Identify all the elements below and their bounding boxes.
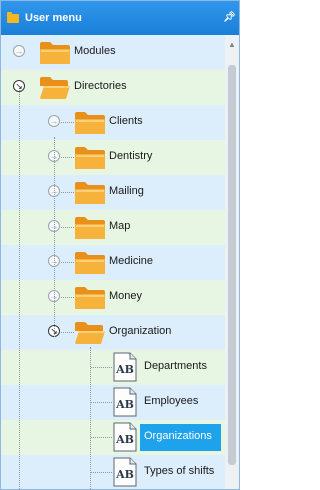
tree-item-map[interactable]: → Map — [1, 210, 225, 245]
folder-open-icon — [39, 76, 71, 100]
tree-connector — [91, 437, 112, 438]
tree-item-label: Mailing — [109, 185, 144, 197]
scrollbar-thumb[interactable] — [228, 65, 236, 465]
tree-connector — [91, 472, 112, 473]
tree-item-money[interactable]: → Money — [1, 280, 225, 315]
tree-item-medicine[interactable]: → Medicine — [1, 245, 225, 280]
tree-item-mailing[interactable]: → Mailing — [1, 175, 225, 210]
folder-icon — [74, 181, 106, 205]
tree-item-organizations[interactable]: AB Organizations — [1, 420, 225, 455]
tree-item-label: Map — [109, 220, 131, 232]
scroll-up-icon[interactable]: ▲ — [227, 41, 237, 49]
tree-connector — [61, 157, 74, 158]
svg-text:AB: AB — [115, 398, 134, 411]
folder-icon — [74, 146, 106, 170]
tree-item-modules[interactable]: → Modules — [1, 35, 225, 70]
tree-item-label: Departments — [144, 360, 207, 372]
tree-item-label: Modules — [74, 45, 116, 57]
tree-item-dentistry[interactable]: → Dentistry — [1, 140, 225, 175]
tree-connector — [61, 332, 74, 333]
vertical-scrollbar[interactable]: ▲ — [225, 35, 239, 489]
tree-connector — [91, 367, 112, 368]
tree-connector — [19, 90, 20, 489]
tree-item-employees[interactable]: AB Employees — [1, 385, 225, 420]
directory-icon: AB — [113, 387, 137, 417]
folder-icon — [74, 111, 106, 135]
tree-connector — [61, 297, 74, 298]
directory-icon: AB — [113, 422, 137, 452]
tree-connector — [61, 192, 74, 193]
tree-item-label: Directories — [74, 80, 127, 92]
pin-icon[interactable]: 📌︎ — [223, 12, 236, 24]
menu-tree: → Modules ↘ Directories → Clients → Dentistry → M… — [1, 35, 225, 489]
tree-item-label: Organizations — [144, 430, 212, 442]
tree-item-label: Clients — [109, 115, 143, 127]
tree-item-label: Medicine — [109, 255, 154, 267]
tree-connector — [61, 227, 74, 228]
user-menu-panel: User menu 📌︎ → Modules ↘ Directories → Client… — [0, 0, 240, 490]
tree-item-types-of-shifts[interactable]: AB Types of shifts — [1, 455, 225, 489]
tree-item-directories[interactable]: ↘ Directories — [1, 70, 225, 105]
expand-icon[interactable]: → — [48, 115, 60, 127]
tree-item-clients[interactable]: → Clients — [1, 105, 225, 140]
directory-icon: AB — [113, 352, 137, 382]
tree-item-label: Money — [109, 290, 143, 302]
tree-item-label: Types of shifts — [144, 465, 215, 477]
svg-text:AB: AB — [115, 468, 134, 481]
folder-icon — [7, 12, 19, 23]
tree-connector — [90, 347, 91, 489]
panel-header: User menu 📌︎ — [1, 1, 239, 35]
folder-icon — [74, 251, 106, 275]
svg-text:AB: AB — [115, 433, 134, 446]
tree-connector — [91, 402, 112, 403]
folder-open-icon — [74, 321, 106, 345]
tree-connector — [61, 262, 74, 263]
tree-connector — [54, 137, 55, 337]
tree-item-organization[interactable]: ↘ Organization — [1, 315, 225, 350]
folder-icon — [74, 216, 106, 240]
directory-icon: AB — [113, 457, 137, 487]
tree-item-label: Dentistry — [109, 150, 153, 162]
tree-item-label: Employees — [144, 395, 199, 407]
expand-icon[interactable]: → — [13, 45, 25, 57]
panel-title: User menu — [25, 12, 82, 24]
svg-text:AB: AB — [115, 363, 134, 376]
tree-connector — [61, 122, 74, 123]
tree-item-departments[interactable]: AB Departments — [1, 350, 225, 385]
folder-icon — [39, 41, 71, 65]
folder-icon — [74, 286, 106, 310]
tree-item-label: Organization — [109, 325, 172, 337]
